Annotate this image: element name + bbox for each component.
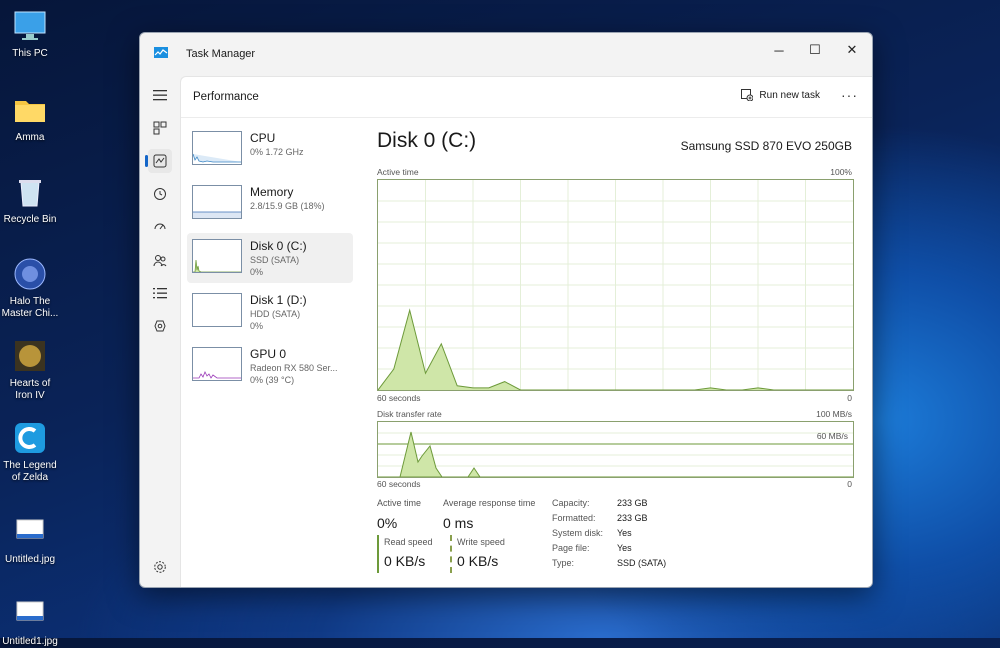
- active-time-max: 100%: [830, 167, 852, 177]
- active-time-graph: [377, 179, 854, 391]
- task-manager-icon: [154, 47, 168, 58]
- disk-detail-pane: Disk 0 (C:) Samsung SSD 870 EVO 250GB Ac…: [377, 125, 854, 587]
- halo-game-icon: [14, 258, 46, 290]
- desktop-icon-hearts-of-iron[interactable]: Hearts of Iron IV: [0, 338, 60, 402]
- desktop-icon-amma[interactable]: Amma: [0, 92, 60, 144]
- run-new-task-label: Run new task: [759, 89, 820, 101]
- details-icon: [153, 288, 167, 299]
- window-title: Task Manager: [186, 48, 256, 60]
- active-graph-time-right: 0: [847, 393, 852, 403]
- more-options-button[interactable]: ···: [841, 87, 858, 103]
- perf-item-cpu[interactable]: CPU 0% 1.72 GHz: [187, 125, 353, 175]
- recycle-bin-icon: [19, 180, 41, 207]
- disk0-thumbnail-graph: [192, 239, 242, 273]
- cpu-thumbnail-graph: [192, 131, 242, 165]
- performance-icon: [153, 154, 167, 168]
- gpu0-thumbnail-graph: [192, 347, 242, 381]
- info-system-disk-value: Yes: [617, 528, 632, 538]
- processes-icon: [153, 121, 167, 135]
- zelda-game-icon: [15, 423, 45, 453]
- hearts-of-iron-game-icon: [15, 341, 45, 371]
- minimize-button[interactable]: ─: [765, 39, 793, 61]
- nav-details[interactable]: [148, 281, 172, 305]
- startup-apps-icon: [154, 223, 166, 230]
- transfer-rate-max: 100 MB/s: [816, 409, 852, 419]
- active-graph-time-left: 60 seconds: [377, 393, 421, 403]
- desktop-icon-halo[interactable]: Halo The Master Chi...: [0, 256, 60, 320]
- navigation-rail: [140, 73, 180, 587]
- app-history-icon: [154, 188, 166, 200]
- perf-item-disk1[interactable]: Disk 1 (D:) HDD (SATA) 0%: [187, 287, 353, 337]
- run-task-icon: [741, 89, 754, 101]
- page-title: Performance: [193, 91, 259, 103]
- stat-active-time-label: Active time: [377, 498, 422, 508]
- nav-startup-apps[interactable]: [148, 215, 172, 239]
- disk-model: Samsung SSD 870 EVO 250GB: [680, 139, 852, 153]
- read-speed-indicator: [377, 535, 379, 573]
- performance-list: CPU 0% 1.72 GHz Memory 2.8/15.9 GB (18%)…: [187, 125, 353, 395]
- stat-avg-response-label: Average response time: [443, 498, 536, 508]
- transfer-mid-label: 60 MB/s: [816, 431, 848, 441]
- image-file-icon: [16, 601, 44, 621]
- stat-active-time-value: 0%: [377, 515, 398, 531]
- perf-item-gpu0[interactable]: GPU 0 Radeon RX 580 Ser... 0% (39 °C): [187, 341, 353, 391]
- info-page-file-value: Yes: [617, 543, 632, 553]
- perf-item-disk0[interactable]: Disk 0 (C:) SSD (SATA) 0%: [187, 233, 353, 283]
- desktop-icon-recycle-bin[interactable]: Recycle Bin: [0, 174, 60, 226]
- hamburger-icon: [153, 90, 167, 101]
- close-button[interactable]: ✕: [838, 39, 866, 61]
- info-capacity-value: 233 GB: [617, 498, 648, 508]
- active-time-caption: Active time: [377, 167, 419, 177]
- folder-icon: [15, 101, 45, 122]
- services-icon: [154, 320, 166, 332]
- write-speed-indicator: [450, 535, 452, 573]
- maximize-button[interactable]: ☐: [801, 39, 829, 61]
- disk1-thumbnail-graph: [192, 293, 242, 327]
- disk-title: Disk 0 (C:): [377, 129, 477, 152]
- monitor-icon: [14, 11, 46, 40]
- stat-write-speed-value: 0 KB/s: [457, 553, 499, 569]
- info-type-value: SSD (SATA): [617, 558, 667, 568]
- stat-write-speed-label: Write speed: [457, 537, 505, 547]
- transfer-rate-graph: [377, 421, 854, 478]
- task-manager-window: Task Manager ─ ☐ ✕ Performance Run new t…: [139, 32, 873, 588]
- main-content: Performance Run new task ··· CPU 0% 1.72…: [180, 76, 872, 587]
- transfer-graph-time-right: 0: [847, 479, 852, 489]
- info-system-disk-label: System disk:: [552, 528, 604, 538]
- perf-item-memory[interactable]: Memory 2.8/15.9 GB (18%): [187, 179, 353, 229]
- stat-read-speed-value: 0 KB/s: [384, 553, 426, 569]
- info-capacity-label: Capacity:: [552, 498, 590, 508]
- desktop-icon-untitled[interactable]: Untitled.jpg: [0, 514, 60, 566]
- stat-avg-response-value: 0 ms: [443, 515, 474, 531]
- nav-app-history[interactable]: [148, 182, 172, 206]
- page-header: Performance Run new task ···: [181, 77, 872, 118]
- graph-grid: [378, 180, 853, 390]
- users-icon: [153, 255, 167, 267]
- hamburger-menu-button[interactable]: [148, 83, 172, 107]
- nav-processes[interactable]: [148, 116, 172, 140]
- desktop-icon-zelda[interactable]: The Legend of Zelda: [0, 420, 60, 484]
- memory-thumbnail-graph: [192, 185, 242, 219]
- stat-read-speed-label: Read speed: [384, 537, 433, 547]
- info-page-file-label: Page file:: [552, 543, 590, 553]
- info-type-label: Type:: [552, 558, 575, 568]
- desktop-icon-this-pc[interactable]: This PC: [0, 8, 60, 60]
- nav-services[interactable]: [148, 314, 172, 338]
- image-file-icon: [16, 519, 44, 539]
- info-formatted-label: Formatted:: [552, 513, 596, 523]
- transfer-graph-time-left: 60 seconds: [377, 479, 421, 489]
- nav-users[interactable]: [148, 248, 172, 272]
- transfer-grid: [378, 432, 853, 467]
- run-new-task-button[interactable]: Run new task: [741, 89, 820, 101]
- settings-icon: [154, 561, 166, 573]
- desktop-icon-untitled1[interactable]: Untitled1.jpg: [0, 596, 60, 648]
- nav-performance[interactable]: [145, 149, 172, 173]
- nav-settings[interactable]: [148, 555, 172, 579]
- info-formatted-value: 233 GB: [617, 513, 648, 523]
- transfer-rate-caption: Disk transfer rate: [377, 409, 442, 419]
- title-bar[interactable]: Task Manager ─ ☐ ✕: [140, 33, 872, 73]
